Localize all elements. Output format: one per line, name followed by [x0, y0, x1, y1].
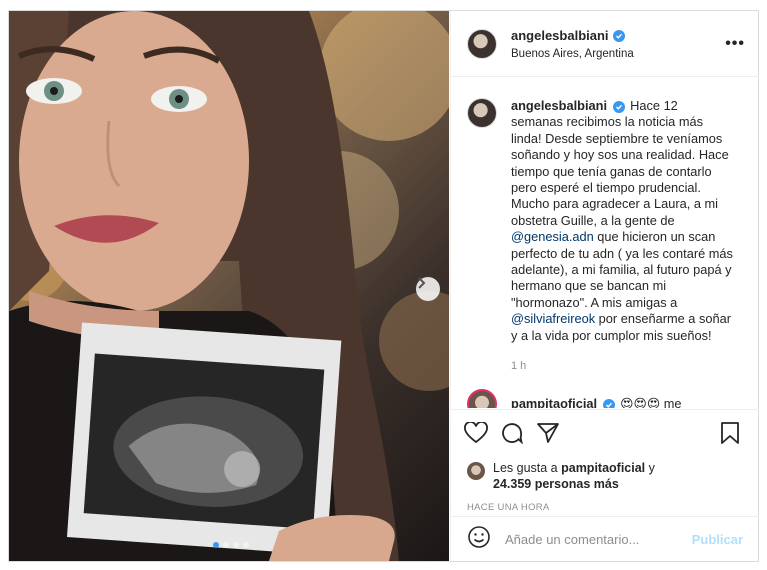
post-header: angelesbalbiani Buenos Aires, Argentina …	[451, 11, 759, 77]
post-side-panel: angelesbalbiani Buenos Aires, Argentina …	[450, 11, 759, 561]
comment-input[interactable]	[505, 531, 692, 547]
author-avatar[interactable]	[467, 28, 497, 59]
comment-text: me	[660, 395, 682, 409]
photo-illustration	[9, 11, 449, 561]
liker-avatar[interactable]	[467, 462, 485, 480]
liker-username[interactable]: pampitaoficial	[561, 461, 645, 475]
post-location[interactable]: Buenos Aires, Argentina	[511, 48, 634, 60]
comment-username[interactable]: pampitaoficial	[511, 396, 597, 409]
author-username-text[interactable]: angelesbalbiani	[511, 28, 609, 43]
comments-section[interactable]: angelesbalbiani Hace 12 semanas recibimo…	[451, 78, 759, 408]
mention-link[interactable]: @silviafreireok	[511, 311, 595, 326]
share-icon[interactable]	[535, 420, 561, 446]
comment-icon[interactable]	[499, 420, 525, 446]
comment-emojis: 😍😍😍	[620, 395, 661, 409]
likes-suffix: y	[645, 461, 655, 475]
carousel-dot	[233, 542, 239, 548]
verified-icon	[612, 101, 625, 113]
verified-icon	[602, 398, 615, 408]
heart-icon[interactable]	[463, 420, 489, 446]
add-comment-bar: Publicar	[451, 516, 759, 561]
likes-summary: Les gusta a pampitaoficial y 24.359 pers…	[463, 460, 743, 492]
likes-count[interactable]: 24.359 personas más	[493, 477, 619, 491]
likes-prefix: Les gusta a	[493, 461, 562, 475]
caption-time[interactable]: 1 h	[511, 358, 733, 374]
carousel-dot	[243, 542, 249, 548]
carousel-dot	[213, 542, 219, 548]
bookmark-icon[interactable]	[717, 420, 743, 446]
verified-icon	[612, 29, 625, 42]
mention-link[interactable]: @genesia.adn	[511, 229, 594, 244]
instagram-post-modal: angelesbalbiani Buenos Aires, Argentina …	[8, 10, 759, 562]
publish-button[interactable]: Publicar	[692, 532, 743, 547]
post-timestamp[interactable]: HACE UNA HORA	[463, 502, 743, 513]
post-photo[interactable]	[9, 11, 449, 561]
caption-username[interactable]: angelesbalbiani	[511, 98, 607, 113]
caption-avatar[interactable]	[467, 98, 497, 128]
chevron-right-icon	[418, 277, 426, 289]
carousel-dot	[223, 542, 229, 548]
carousel-next-button[interactable]	[416, 277, 440, 301]
comment-avatar[interactable]	[467, 388, 497, 408]
more-icon[interactable]: •••	[725, 35, 745, 53]
caption: angelesbalbiani Hace 12 semanas recibimo…	[467, 98, 743, 375]
emoji-icon[interactable]	[467, 525, 491, 554]
author-username[interactable]: angelesbalbiani	[511, 28, 625, 43]
caption-text-1: Hace 12 semanas recibimos la noticia más…	[511, 98, 729, 228]
comment-row: pampitaoficial 😍😍😍 me	[467, 388, 743, 409]
carousel-indicator	[213, 542, 249, 548]
post-actions: Les gusta a pampitaoficial y 24.359 pers…	[451, 409, 759, 513]
